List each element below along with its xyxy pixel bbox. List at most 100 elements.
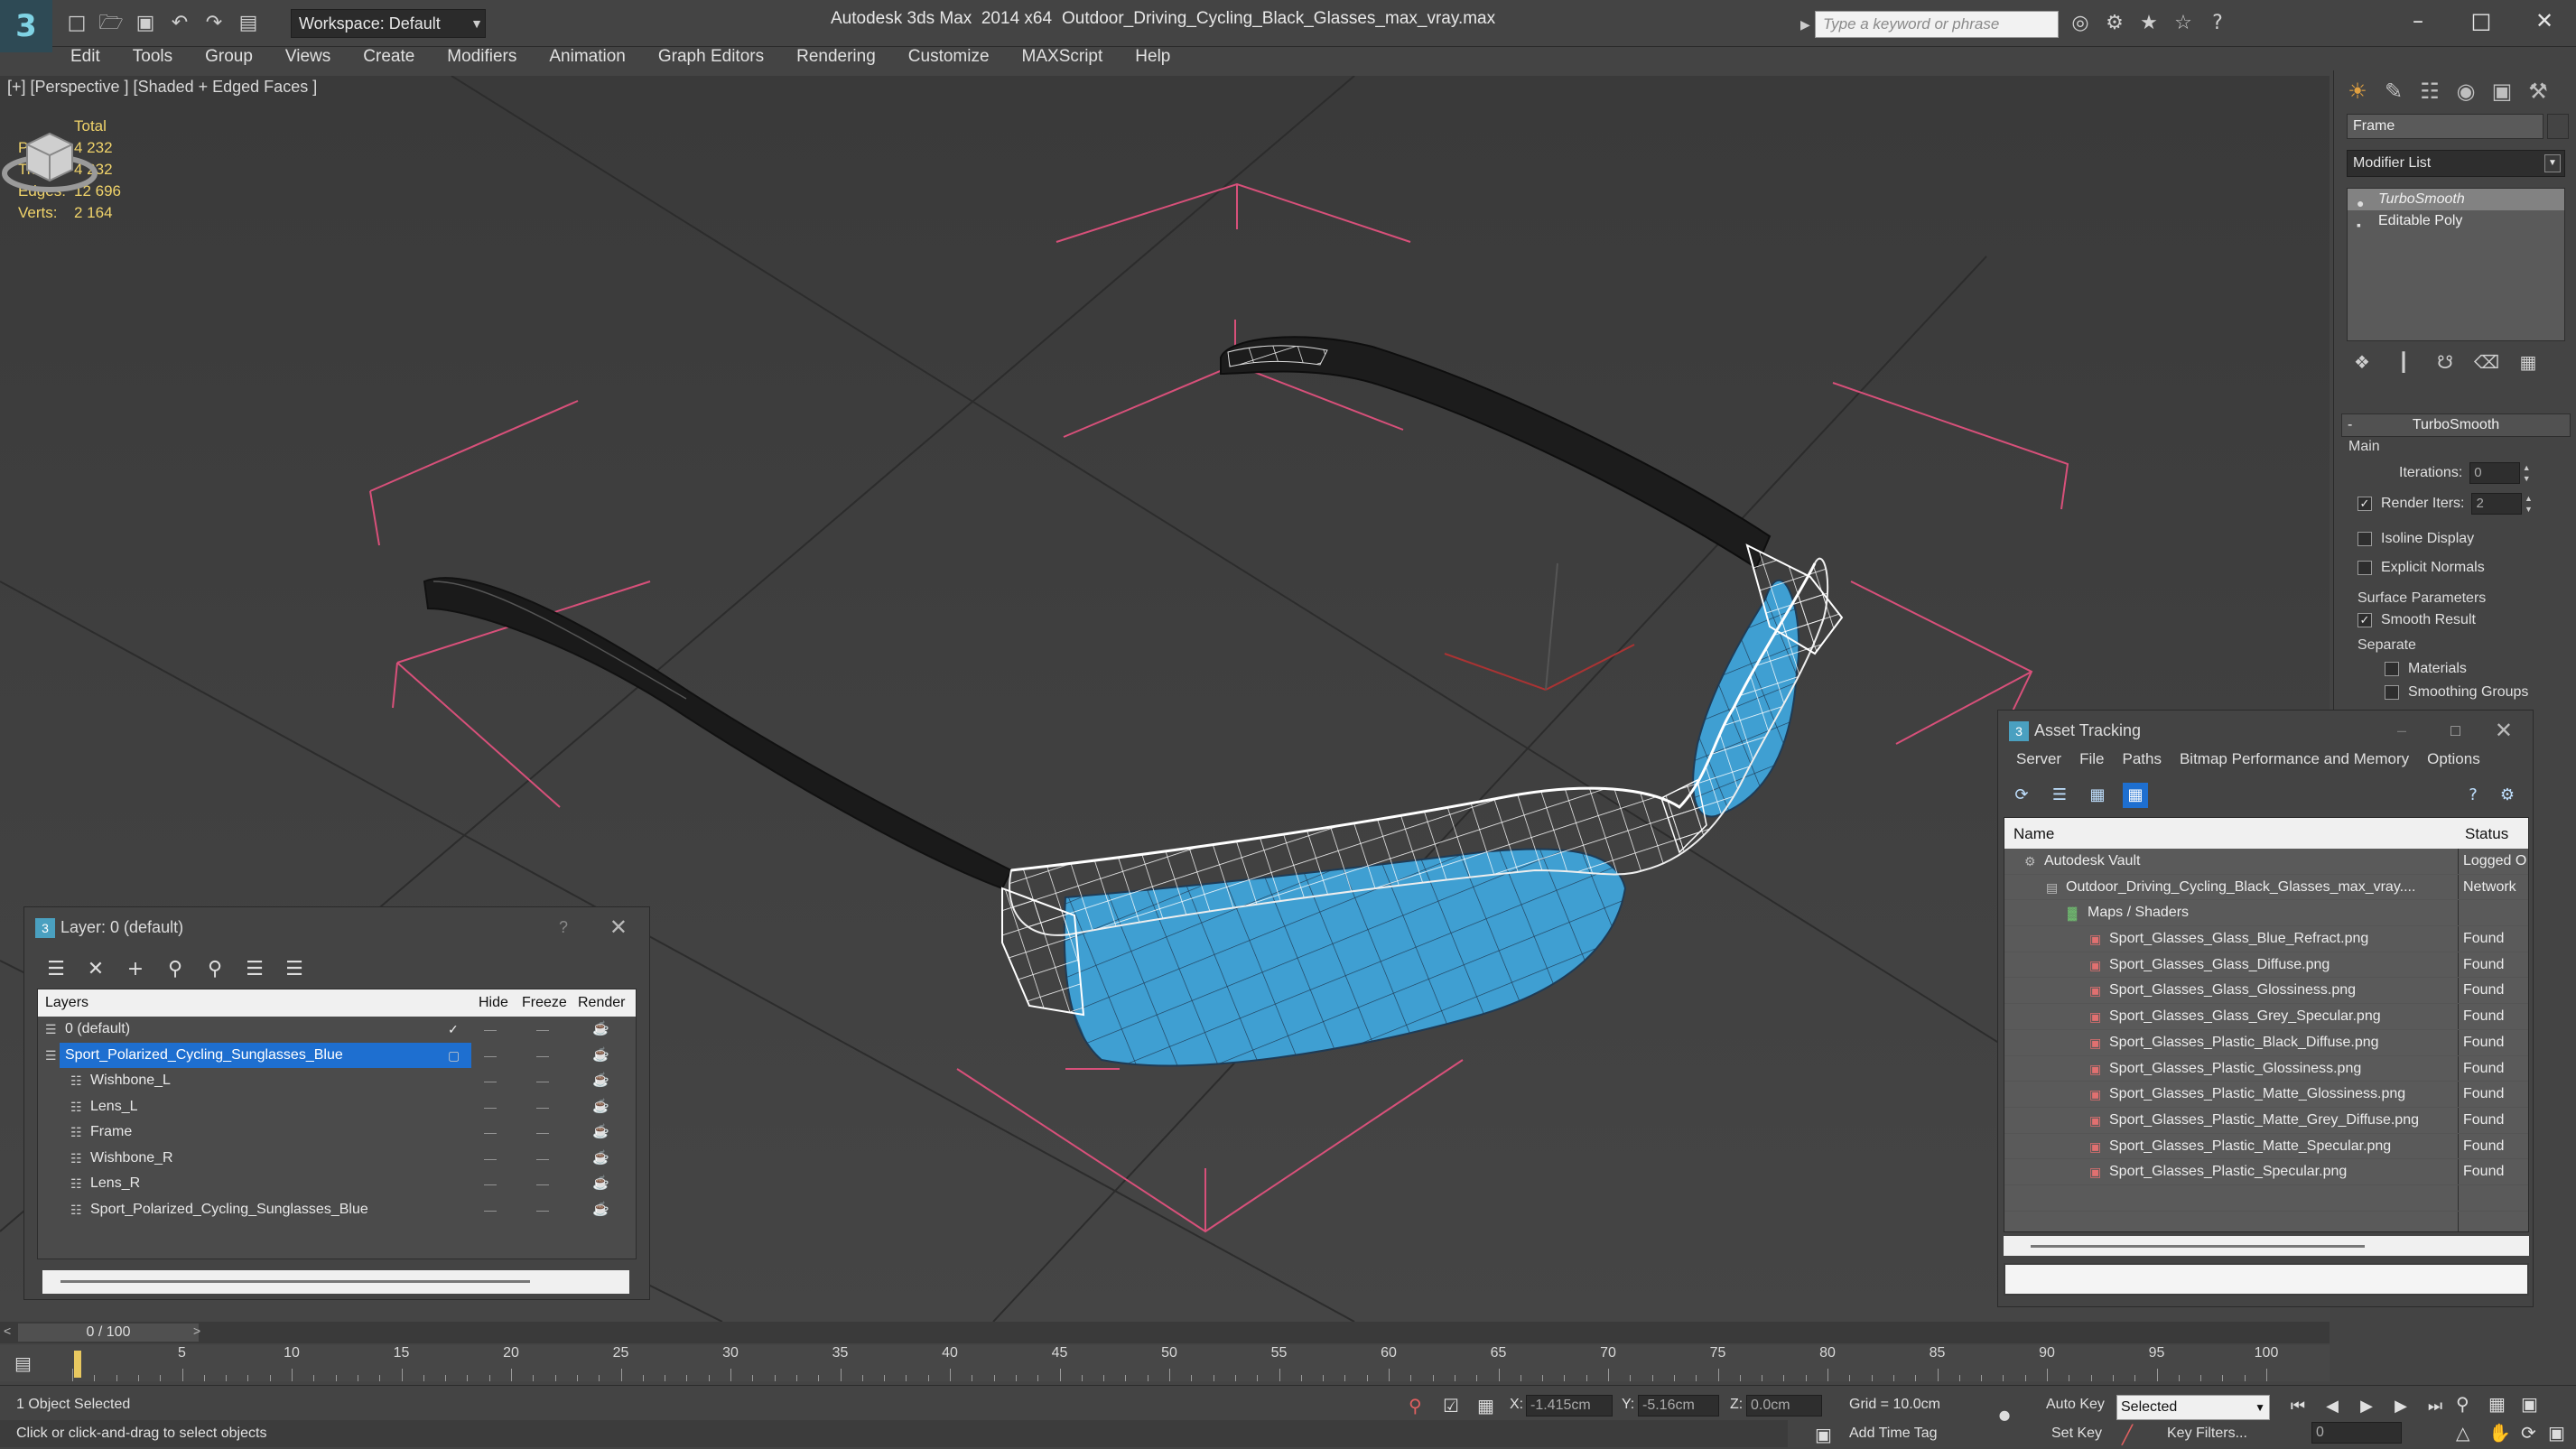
viewcube-icon[interactable] (0, 117, 99, 199)
layer-name[interactable]: Lens_R (85, 1171, 145, 1196)
isolate-icon[interactable]: ⚲ (1409, 1395, 1422, 1416)
menu-help[interactable]: Help (1119, 45, 1186, 70)
maximize-icon[interactable]: □ (2450, 0, 2513, 42)
asset-row[interactable]: ▣ Sport_Glasses_Plastic_Matte_Specular.pn… (2004, 1134, 2528, 1160)
play-icon[interactable]: ▶ (2353, 1393, 2380, 1420)
menu-maxscript[interactable]: MAXScript (1006, 45, 1120, 70)
materials-checkbox[interactable] (2385, 662, 2399, 676)
close-icon[interactable]: ✕ (2513, 0, 2576, 42)
asset-menu-bitmap[interactable]: Bitmap Performance and Memory (2171, 750, 2418, 768)
asset-row[interactable]: ▣ Sport_Glasses_Plastic_Specular.png Found (2004, 1159, 2528, 1185)
col-name[interactable]: Name (2013, 825, 2054, 843)
menu-edit[interactable]: Edit (54, 45, 116, 70)
col-layers[interactable]: Layers (45, 995, 88, 1011)
next-frame-icon[interactable]: > (193, 1324, 200, 1338)
communication-icon[interactable]: ★ (2136, 11, 2162, 36)
key-filters-button[interactable]: Key Filters... (2167, 1426, 2247, 1442)
set-current-icon[interactable]: ▢ (448, 1043, 460, 1068)
layer-name[interactable]: Sport_Polarized_Cycling_Sunglasses_Blue (60, 1042, 471, 1068)
object-name-field[interactable]: Frame (2347, 114, 2543, 139)
asset-row[interactable]: ▓ Maps / Shaders (2004, 900, 2528, 927)
delete-layer-icon[interactable]: ✕ (82, 956, 109, 983)
project-folder-icon[interactable]: ▤ (235, 11, 262, 36)
prev-frame-icon[interactable]: < (4, 1324, 11, 1338)
render-teapot-icon[interactable]: ☕ (592, 1094, 609, 1119)
create-tab-icon[interactable]: ☀ (2341, 76, 2374, 107)
asset-row[interactable]: ▣ Sport_Glasses_Glass_Diffuse.png Found (2004, 952, 2528, 979)
current-frame-field[interactable]: 0 (2311, 1422, 2402, 1444)
layer-window-titlebar[interactable]: 3 Layer: 0 (default) ? ✕ (24, 907, 649, 951)
menu-rendering[interactable]: Rendering (780, 45, 892, 70)
auto-key-button[interactable]: Auto Key (2046, 1397, 2105, 1413)
asset-row[interactable]: ▣ Sport_Glasses_Plastic_Glossiness.png Fou… (2004, 1056, 2528, 1082)
mini-curve-editor-icon[interactable]: ▤ (14, 1352, 32, 1374)
render-teapot-icon[interactable]: ☕ (592, 1068, 609, 1093)
lock-icon[interactable]: ☑ (1443, 1395, 1459, 1416)
time-slider[interactable]: < 0 / 100 > (0, 1322, 2330, 1343)
remove-modifier-icon[interactable]: ⌫ (2471, 348, 2502, 376)
menu-tools[interactable]: Tools (116, 45, 189, 70)
trackbar[interactable]: ▤ 5 10 15 20 25 30 35 40 45 50 55 60 65 70 75 80 85 90 95 1… (0, 1345, 2330, 1381)
menu-group[interactable]: Group (189, 45, 269, 70)
asset-menu-options[interactable]: Options (2418, 750, 2489, 768)
iterations-spinner[interactable]: 0 (2469, 462, 2521, 484)
render-teapot-icon[interactable]: ☕ (592, 1043, 609, 1068)
asset-row[interactable]: ▣ Sport_Glasses_Glass_Grey_Specular.png Fo… (2004, 1004, 2528, 1030)
pan-icon[interactable]: ✋ (2488, 1422, 2511, 1444)
help-icon[interactable]: ? (2460, 783, 2486, 808)
spinner-arrows-icon[interactable]: ▲ ▼ (2522, 493, 2534, 515)
layer-row[interactable]: ☷ Lens_R — — ☕ (38, 1171, 636, 1197)
hide-toggle[interactable]: — (484, 1094, 497, 1119)
hide-all-icon[interactable]: ☰ (241, 956, 268, 983)
layer-hscrollbar[interactable] (42, 1270, 629, 1294)
make-unique-icon[interactable]: ☋ (2430, 348, 2460, 376)
explicit-normals-checkbox[interactable] (2357, 561, 2372, 575)
add-selection-icon[interactable]: + (122, 956, 149, 983)
workspace-dropdown[interactable]: Workspace: Default (291, 9, 486, 38)
y-coordinate-field[interactable]: -5.16cm (1638, 1395, 1719, 1416)
col-status[interactable]: Status (2465, 825, 2508, 843)
layer-row[interactable]: ☷ Wishbone_R — — ☕ (38, 1146, 636, 1172)
refresh-icon[interactable]: ⟳ (2009, 783, 2034, 808)
render-iters-spinner[interactable]: 2 (2471, 493, 2523, 515)
hide-toggle[interactable]: — (484, 1146, 497, 1171)
freeze-toggle[interactable]: — (536, 1119, 549, 1145)
scroll-thumb[interactable] (60, 1280, 530, 1283)
save-icon[interactable]: ▣ (132, 11, 159, 36)
chevron-down-icon[interactable]: ▼ (2544, 154, 2561, 172)
settings-icon[interactable]: ⚙ (2495, 783, 2520, 808)
absolute-mode-icon[interactable]: ▦ (1477, 1395, 1494, 1416)
list-view-icon[interactable]: ☰ (2047, 783, 2072, 808)
display-tab-icon[interactable]: ▣ (2486, 76, 2518, 107)
col-hide[interactable]: Hide (479, 995, 508, 1011)
asset-hscrollbar[interactable] (2004, 1236, 2529, 1256)
freeze-toggle[interactable]: — (536, 1197, 549, 1222)
hide-toggle[interactable]: — (484, 1043, 497, 1068)
minimize-icon[interactable]: – (2386, 0, 2450, 42)
asset-row[interactable]: ▣ Sport_Glasses_Plastic_Matte_Grey_Diffus… (2004, 1108, 2528, 1134)
asset-window-titlebar[interactable]: 3 Asset Tracking – □ ✕ (1998, 711, 2533, 754)
highlight-layer-icon[interactable]: ⚲ (201, 956, 228, 983)
pin-stack-icon[interactable]: ❖ (2347, 348, 2377, 376)
layer-name[interactable]: Frame (85, 1119, 137, 1145)
render-teapot-icon[interactable]: ☕ (592, 1017, 609, 1042)
time-tag-icon[interactable]: ▣ (1815, 1424, 1832, 1445)
menu-modifiers[interactable]: Modifiers (431, 45, 533, 70)
smooth-result-checkbox[interactable]: ✓ (2357, 613, 2372, 627)
viewport-label[interactable]: [+] [Perspective ] [Shaded + Edged Faces… (7, 78, 317, 97)
layer-row[interactable]: ☰ Sport_Polarized_Cycling_Sunglasses_Blue… (38, 1042, 636, 1069)
turbosmooth-rollout-header[interactable]: - TurboSmooth (2341, 413, 2571, 437)
layer-row[interactable]: ☷ Lens_L — — ☕ (38, 1094, 636, 1120)
current-layer-check-icon[interactable]: ✓ (448, 1017, 459, 1042)
menu-graph-editors[interactable]: Graph Editors (642, 45, 780, 70)
layer-row[interactable]: ☷ Wishbone_L — — ☕ (38, 1068, 636, 1094)
menu-animation[interactable]: Animation (533, 45, 642, 70)
next-frame-icon[interactable]: ▶ (2387, 1393, 2414, 1420)
chevron-down-icon[interactable]: ▼ (468, 9, 486, 38)
open-file-icon[interactable]: 🗁 (98, 11, 125, 36)
hide-toggle[interactable]: — (484, 1171, 497, 1196)
render-teapot-icon[interactable]: ☕ (592, 1197, 609, 1222)
minimize-icon[interactable]: – (2397, 721, 2406, 740)
smoothing-groups-checkbox[interactable] (2385, 685, 2399, 700)
help-icon[interactable]: ? (2205, 11, 2230, 36)
